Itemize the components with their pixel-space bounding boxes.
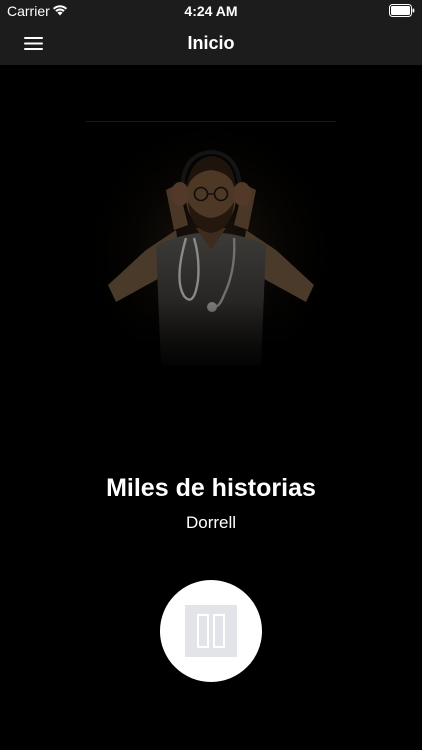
page-title: Inicio [187,33,235,53]
status-time: 4:24 AM [184,3,238,19]
episode-title: Miles de historias [106,474,316,502]
episode-author: Dorrell [185,513,237,532]
pause-button[interactable] [160,580,262,682]
navigation-bar: Inicio [0,22,422,65]
pause-icon [185,605,237,657]
status-bar: Carrier 4:24 AM [0,0,422,22]
podcast-artwork-image [86,120,336,380]
battery-icon [389,4,415,17]
